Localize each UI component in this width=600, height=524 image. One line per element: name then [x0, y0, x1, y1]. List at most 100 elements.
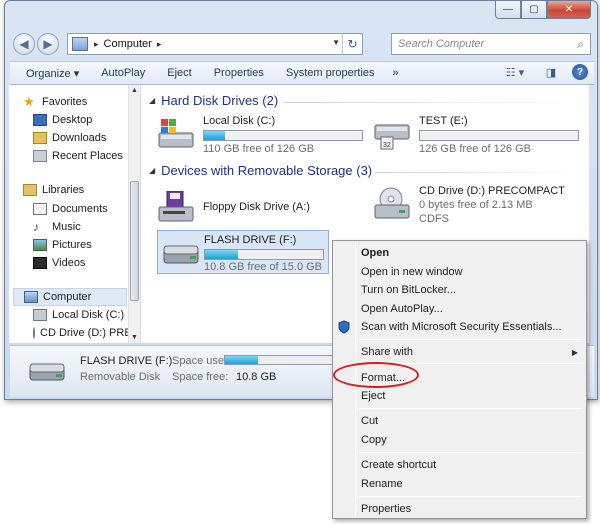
nav-desktop[interactable]: Desktop	[33, 111, 92, 129]
collapse-arrow-icon[interactable]: ◢	[149, 96, 155, 105]
nav-pictures[interactable]: Pictures	[33, 236, 92, 254]
nav-videos[interactable]: Videos	[33, 254, 85, 272]
menu-format[interactable]: Format...	[361, 369, 405, 387]
help-icon[interactable]: ?	[572, 64, 588, 80]
forward-arrow-icon: ▶	[43, 37, 53, 51]
scroll-up-icon[interactable]: ▲	[131, 87, 138, 94]
nav-computer[interactable]: Computer	[13, 288, 127, 306]
drive-free-space: 110 GB free of 126 GB	[203, 143, 315, 155]
details-space-free-label: Space free:	[172, 371, 229, 383]
drive-test-e[interactable]: 32 TEST (E:) 126 GB free of 126 GB	[373, 115, 583, 155]
organize-button[interactable]: Organize ▾	[26, 67, 79, 80]
menu-turn-on-bitlocker[interactable]: Turn on BitLocker...	[361, 281, 456, 299]
security-essentials-icon	[338, 320, 350, 334]
drive-free-space: 10.8 GB free of 15.0 GB	[204, 261, 323, 273]
toolbar-right: ☷ ▾ ◨ ?	[500, 64, 588, 80]
menu-eject[interactable]: Eject	[361, 387, 385, 405]
change-view-icon[interactable]: ☷ ▾	[500, 64, 530, 80]
maximize-button[interactable]: ▢	[521, 1, 547, 19]
minimize-button[interactable]: —	[495, 1, 521, 19]
details-drive-type: Removable Disk	[80, 371, 161, 383]
svg-text:32: 32	[383, 142, 391, 149]
group-header-removable[interactable]: ◢ Devices with Removable Storage (3)	[149, 163, 372, 178]
nav-music-label: Music	[52, 221, 81, 233]
forward-button[interactable]: ▶	[37, 33, 59, 55]
breadcrumb-root-arrow[interactable]: ▸	[94, 39, 99, 50]
drive-free-space: 126 GB free of 126 GB	[419, 143, 531, 155]
menu-scan-security-essentials[interactable]: Scan with Microsoft Security Essentials.…	[361, 318, 562, 336]
address-row: ◀ ▶ ▸ Computer ▸ ▼ ↻ Search Computer ⌕	[13, 31, 591, 57]
menu-cut[interactable]: Cut	[361, 412, 378, 430]
music-icon: ♪	[33, 220, 39, 234]
nav-music[interactable]: ♪ Music	[33, 218, 81, 236]
group-header-hard-disk[interactable]: ◢ Hard Disk Drives (2)	[149, 93, 278, 108]
flash-drive-icon	[29, 363, 65, 381]
menu-rename[interactable]: Rename	[361, 475, 403, 493]
menu-share-with[interactable]: Share with	[361, 343, 581, 361]
address-dropdown-icon[interactable]: ▼	[332, 38, 340, 47]
group-divider	[283, 102, 583, 103]
nav-documents[interactable]: Documents	[33, 200, 108, 218]
close-button[interactable]: ✕	[547, 1, 591, 19]
search-icon[interactable]: ⌕	[577, 37, 584, 52]
nav-favorites[interactable]: ★ Favorites	[23, 93, 87, 111]
nav-cd-drive-label: CD Drive (D:) PRE	[40, 327, 129, 339]
menu-separator	[359, 452, 583, 453]
computer-icon	[72, 37, 88, 51]
properties-button[interactable]: Properties	[214, 67, 264, 79]
flash-drive-icon	[163, 245, 199, 264]
nav-videos-label: Videos	[52, 257, 86, 269]
menu-gutter	[355, 243, 356, 516]
drive-usage-bar	[204, 249, 324, 260]
menu-share-with-label: Share with	[361, 346, 413, 358]
refresh-button[interactable]: ↻	[342, 34, 362, 54]
collapse-arrow-icon[interactable]: ◢	[149, 166, 155, 175]
drive-flash-f[interactable]: FLASH DRIVE (F:) 10.8 GB free of 15.0 GB	[157, 230, 329, 274]
hard-disk-icon	[33, 309, 47, 321]
details-space-free-value: 10.8 GB	[236, 371, 277, 383]
documents-icon	[33, 203, 47, 215]
scroll-down-icon[interactable]: ▼	[131, 334, 138, 341]
context-menu: Open Open in new window Turn on BitLocke…	[332, 240, 587, 519]
caption-buttons: — ▢ ✕	[495, 1, 591, 19]
address-bar[interactable]: ▸ Computer ▸ ▼ ↻	[67, 33, 363, 55]
nav-libraries[interactable]: Libraries	[23, 181, 84, 199]
menu-open-new-window[interactable]: Open in new window	[361, 263, 463, 281]
nav-local-disk[interactable]: Local Disk (C:)	[33, 306, 124, 324]
nav-computer-label: Computer	[43, 291, 92, 303]
back-button[interactable]: ◀	[13, 33, 35, 55]
search-input[interactable]: Search Computer ⌕	[391, 33, 591, 55]
menu-open[interactable]: Open	[361, 244, 389, 262]
drive-name: CD Drive (D:) PRECOMPACT	[419, 185, 565, 197]
navigation-pane: ★ Favorites Desktop Downloads Recent Pla…	[9, 85, 141, 343]
preview-pane-icon[interactable]: ◨	[542, 64, 560, 80]
command-bar: Organize ▾ AutoPlay Eject Properties Sys…	[10, 61, 594, 85]
star-icon: ★	[23, 94, 35, 109]
nav-recent-places[interactable]: Recent Places	[33, 147, 123, 165]
drive-name: TEST (E:)	[419, 115, 468, 127]
menu-properties[interactable]: Properties	[361, 500, 411, 518]
breadcrumb-arrow[interactable]: ▸	[157, 39, 162, 50]
autoplay-button[interactable]: AutoPlay	[101, 67, 145, 79]
drive-local-disk-c[interactable]: Local Disk (C:) 110 GB free of 126 GB	[157, 115, 367, 155]
drive-cd-d[interactable]: CD Drive (D:) PRECOMPACT 0 bytes free of…	[373, 185, 583, 227]
nav-cd-drive[interactable]: CD Drive (D:) PRE	[33, 324, 129, 342]
drive-filesystem: CDFS	[419, 213, 449, 225]
group-header-removable-label: Devices with Removable Storage (3)	[161, 163, 373, 178]
toolbar-overflow-button[interactable]: »	[393, 67, 399, 79]
nav-scrollbar[interactable]: ▲ ▼	[128, 85, 140, 343]
menu-open-autoplay[interactable]: Open AutoPlay...	[361, 300, 443, 318]
group-header-hard-disk-label: Hard Disk Drives (2)	[161, 93, 279, 108]
menu-create-shortcut[interactable]: Create shortcut	[361, 456, 436, 474]
hard-disk-icon: 32	[374, 124, 410, 150]
cd-drive-icon	[33, 327, 35, 339]
scroll-thumb[interactable]	[130, 181, 139, 301]
nav-downloads[interactable]: Downloads	[33, 129, 106, 147]
drive-floppy-a[interactable]: Floppy Disk Drive (A:)	[157, 189, 367, 225]
breadcrumb-computer[interactable]: Computer	[104, 38, 152, 50]
floppy-drive-icon	[158, 191, 194, 222]
menu-copy[interactable]: Copy	[361, 431, 387, 449]
drive-free-space: 0 bytes free of 2.13 MB	[419, 199, 533, 211]
system-properties-button[interactable]: System properties	[286, 67, 375, 79]
eject-button[interactable]: Eject	[167, 67, 191, 79]
